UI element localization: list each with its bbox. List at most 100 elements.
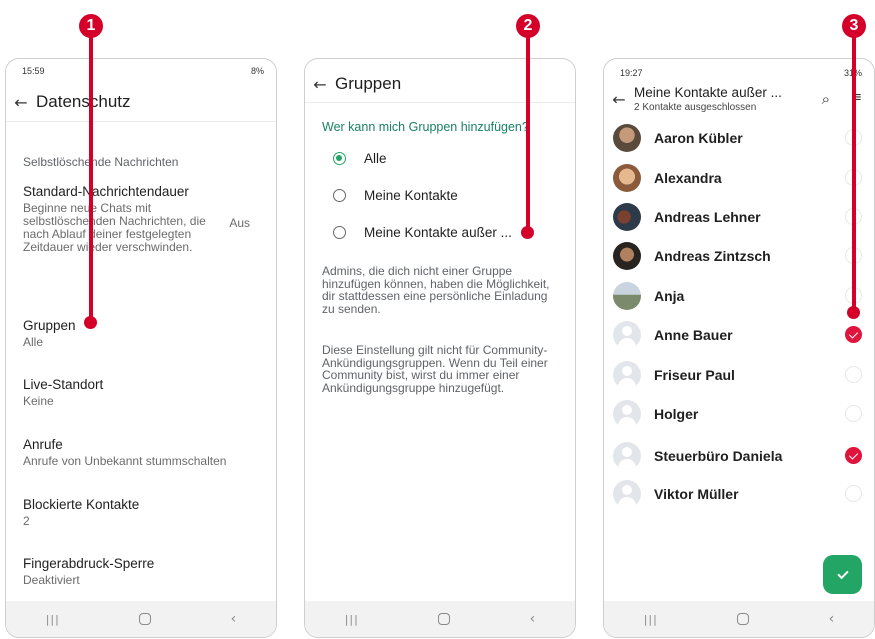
- status-time: 15:59: [22, 66, 45, 76]
- home-icon[interactable]: [737, 613, 750, 625]
- setting-title: Live-Standort: [23, 377, 104, 392]
- contact-row[interactable]: Andreas Lehner: [613, 197, 866, 236]
- contact-name: Friseur Paul: [654, 366, 735, 383]
- nav-back-icon[interactable]: ‹: [231, 611, 237, 627]
- app-bar: ← Gruppen: [305, 69, 575, 99]
- system-nav-bar: ||| ‹: [305, 601, 575, 637]
- phone-groups-setting: ← Gruppen Wer kann mich Gruppen hinzufüg…: [304, 58, 576, 638]
- radio-selected-icon[interactable]: [333, 152, 346, 165]
- option-my-contacts[interactable]: Meine Kontakte: [333, 188, 565, 203]
- radio-icon[interactable]: [333, 226, 346, 239]
- app-bar-titles: Meine Kontakte außer ... 2 Kontakte ausg…: [634, 85, 782, 113]
- setting-title: Fingerabdruck-Sperre: [23, 556, 155, 571]
- contact-name: Andreas Lehner: [654, 208, 761, 225]
- setting-value: Keine: [23, 394, 54, 408]
- setting-value: Aus: [229, 216, 250, 230]
- arrow-left-icon[interactable]: ←: [305, 75, 335, 94]
- callout-badge-1: 1: [79, 14, 103, 38]
- contact-row[interactable]: Viktor Müller: [613, 474, 866, 513]
- callout-leader-line: [526, 30, 530, 230]
- divider: [305, 102, 575, 103]
- contact-name: Anne Bauer: [654, 326, 733, 343]
- option-label: Meine Kontakte außer ...: [364, 225, 512, 240]
- checkbox-checked-icon[interactable]: [845, 326, 862, 343]
- setting-value: Alle: [23, 335, 44, 349]
- callout-leader-line: [89, 30, 93, 320]
- phone-contact-exclusion: 19:27 31% ← Meine Kontakte außer ... 2 K…: [603, 58, 875, 638]
- recent-apps-icon[interactable]: |||: [46, 613, 60, 626]
- status-bar: 15:59 8%: [6, 59, 276, 83]
- setting-title: Gruppen: [23, 318, 76, 333]
- arrow-left-icon[interactable]: ←: [604, 90, 634, 109]
- avatar: [613, 202, 641, 231]
- search-icon[interactable]: ⌕: [822, 90, 830, 108]
- contact-name: Anja: [654, 287, 685, 304]
- contact-row[interactable]: Steuerbüro Daniela: [613, 436, 866, 475]
- setting-live-location[interactable]: Live-Standort Keine: [23, 377, 264, 408]
- setting-title: Anrufe: [23, 437, 63, 452]
- setting-groups[interactable]: Gruppen Alle: [23, 318, 264, 349]
- setting-title: Standard-Nachrichtendauer: [23, 184, 189, 199]
- setting-calls[interactable]: Anrufe Anrufe von Unbekannt stummschalte…: [23, 437, 264, 468]
- confirm-button[interactable]: [823, 555, 862, 594]
- setting-message-timer[interactable]: Standard-Nachrichtendauer Beginne neue C…: [23, 184, 264, 254]
- contact-row[interactable]: Aaron Kübler: [613, 118, 866, 157]
- default-avatar-icon: [613, 441, 641, 470]
- avatar: [613, 241, 641, 270]
- checkbox-icon[interactable]: [845, 366, 862, 383]
- question-label: Wer kann mich Gruppen hinzufügen?: [322, 120, 529, 134]
- page-title: Meine Kontakte außer ...: [634, 85, 782, 100]
- section-header: Selbstlöschende Nachrichten: [23, 155, 179, 169]
- nav-back-icon[interactable]: ‹: [530, 611, 536, 627]
- info-text-invites: Admins, die dich nicht einer Gruppe hinz…: [322, 264, 550, 316]
- contact-row[interactable]: Andreas Zintzsch: [613, 236, 866, 275]
- contact-row[interactable]: Anja: [613, 276, 866, 315]
- contact-row[interactable]: Anne Bauer: [613, 315, 866, 354]
- page-subtitle: 2 Kontakte ausgeschlossen: [634, 102, 757, 113]
- status-battery: 8%: [250, 66, 264, 76]
- contact-row[interactable]: Holger: [613, 394, 866, 433]
- page-title: Datenschutz: [36, 92, 131, 111]
- callout-marker-dot: [521, 226, 534, 239]
- status-bar: 19:27 31%: [604, 61, 874, 85]
- app-bar: ← Datenschutz: [6, 87, 276, 117]
- setting-blocked-contacts[interactable]: Blockierte Kontakte 2: [23, 497, 264, 528]
- info-text-community: Diese Einstellung gilt nicht für Communi…: [322, 343, 548, 395]
- default-avatar-icon: [613, 479, 641, 508]
- system-nav-bar: ||| ‹: [604, 601, 874, 637]
- recent-apps-icon[interactable]: |||: [345, 613, 359, 626]
- home-icon[interactable]: [438, 613, 451, 625]
- page-title: Gruppen: [335, 74, 402, 93]
- callout-marker-dot: [847, 306, 860, 319]
- setting-description: Beginne neue Chats mit selbstlöschenden …: [23, 201, 206, 254]
- contact-row[interactable]: Alexandra: [613, 158, 866, 197]
- recent-apps-icon[interactable]: |||: [644, 613, 658, 626]
- contact-name: Andreas Zintzsch: [654, 247, 771, 264]
- default-avatar-icon: [613, 320, 641, 349]
- radio-icon[interactable]: [333, 189, 346, 202]
- nav-back-icon[interactable]: ‹: [829, 611, 835, 627]
- callout-badge-3: 3: [842, 14, 866, 38]
- option-everyone[interactable]: Alle: [333, 151, 565, 166]
- system-nav-bar: ||| ‹: [6, 601, 276, 637]
- callout-marker-dot: [84, 316, 97, 329]
- option-label: Alle: [364, 151, 387, 166]
- checkbox-icon[interactable]: [845, 485, 862, 502]
- contact-name: Holger: [654, 405, 699, 422]
- contact-row[interactable]: Friseur Paul: [613, 355, 866, 394]
- avatar: [613, 281, 641, 310]
- setting-fingerprint-lock[interactable]: Fingerabdruck-Sperre Deaktiviert: [23, 556, 264, 587]
- app-bar: ← Meine Kontakte außer ... 2 Kontakte au…: [604, 83, 874, 115]
- check-icon: [836, 567, 849, 579]
- setting-value: 2: [23, 514, 30, 528]
- default-avatar-icon: [613, 399, 641, 428]
- option-label: Meine Kontakte: [364, 188, 458, 203]
- phone-privacy-settings: 15:59 8% ← Datenschutz Selbstlöschende N…: [5, 58, 277, 638]
- checkbox-checked-icon[interactable]: [845, 447, 862, 464]
- checkbox-icon[interactable]: [845, 405, 862, 422]
- divider: [6, 121, 276, 122]
- contact-name: Alexandra: [654, 169, 722, 186]
- arrow-left-icon[interactable]: ←: [6, 93, 36, 112]
- home-icon[interactable]: [139, 613, 152, 625]
- setting-value: Anrufe von Unbekannt stummschalten: [23, 454, 227, 468]
